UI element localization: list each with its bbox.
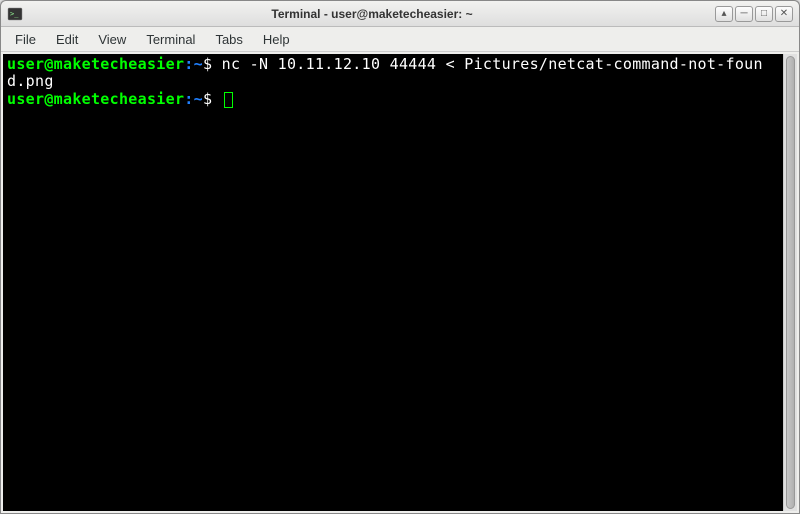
prompt-path: ~ — [194, 90, 203, 108]
prompt-user: user@maketecheasier — [7, 90, 184, 108]
terminal-icon: >_ — [7, 6, 23, 22]
prompt-user: user@maketecheasier — [7, 55, 184, 73]
window-title: Terminal - user@maketecheasier: ~ — [29, 7, 715, 21]
close-button[interactable]: ✕ — [775, 6, 793, 22]
maximize-button[interactable]: □ — [755, 6, 773, 22]
window-controls: ▴ ─ □ ✕ — [715, 6, 793, 22]
cursor — [224, 92, 233, 108]
titlebar[interactable]: >_ Terminal - user@maketecheasier: ~ ▴ ─… — [1, 1, 799, 27]
svg-text:>_: >_ — [10, 10, 19, 18]
scrollbar[interactable] — [783, 54, 797, 511]
stick-button[interactable]: ▴ — [715, 6, 733, 22]
terminal-content[interactable]: user@maketecheasier:~$ nc -N 10.11.12.10… — [3, 54, 783, 511]
terminal-area: user@maketecheasier:~$ nc -N 10.11.12.10… — [1, 52, 799, 513]
menu-file[interactable]: File — [5, 29, 46, 50]
menu-tabs[interactable]: Tabs — [205, 29, 252, 50]
prompt-dollar: $ — [203, 90, 222, 108]
scrollbar-thumb[interactable] — [786, 56, 795, 509]
menu-view[interactable]: View — [88, 29, 136, 50]
prompt-sep: : — [184, 55, 193, 73]
menu-help[interactable]: Help — [253, 29, 300, 50]
minimize-button[interactable]: ─ — [735, 6, 753, 22]
terminal-window: >_ Terminal - user@maketecheasier: ~ ▴ ─… — [0, 0, 800, 514]
menubar: File Edit View Terminal Tabs Help — [1, 27, 799, 52]
prompt-dollar: $ — [203, 55, 222, 73]
prompt-path: ~ — [194, 55, 203, 73]
menu-edit[interactable]: Edit — [46, 29, 88, 50]
menu-terminal[interactable]: Terminal — [136, 29, 205, 50]
prompt-sep: : — [184, 90, 193, 108]
